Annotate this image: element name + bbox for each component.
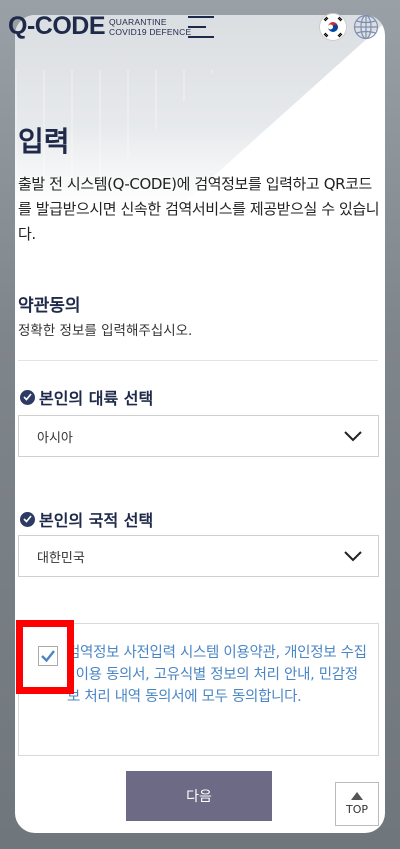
- scroll-top-button[interactable]: TOP: [335, 782, 379, 826]
- terms-section-subtitle: 정확한 정보를 입력해주십시오.: [18, 323, 193, 339]
- nationality-label: 본인의 국적 선택: [20, 507, 153, 531]
- nationality-select[interactable]: 대한민국: [18, 535, 379, 577]
- top-button-label: TOP: [345, 803, 368, 816]
- divider: [18, 360, 378, 361]
- continent-select-value: 아시아: [37, 430, 73, 446]
- terms-section-title: 약관동의: [18, 296, 81, 316]
- header: Q-CODE QUARANTINE COVID19 DEFENCE: [0, 0, 400, 55]
- next-button[interactable]: 다음: [126, 771, 272, 821]
- continent-label: 본인의 대륙 선택: [20, 385, 153, 409]
- nationality-label-text: 본인의 국적 선택: [39, 511, 154, 530]
- logo[interactable]: Q-CODE QUARANTINE COVID19 DEFENCE: [8, 12, 191, 41]
- chevron-down-icon: [344, 431, 362, 442]
- check-circle-icon: [20, 389, 35, 405]
- nationality-select-value: 대한민국: [37, 550, 85, 566]
- logo-sub-line2: COVID19 DEFENCE: [109, 26, 192, 37]
- globe-icon[interactable]: [353, 14, 379, 40]
- page-description: 출발 전 시스템(Q-CODE)에 검역정보를 입력하고 QR코드를 발급받으시…: [18, 175, 380, 243]
- highlight-box: [16, 620, 74, 694]
- korea-flag-icon[interactable]: [320, 14, 346, 40]
- arrow-up-icon: [351, 792, 363, 800]
- logo-sub-line1: QUARANTINE: [109, 16, 167, 27]
- logo-subtitle: QUARANTINE COVID19 DEFENCE: [109, 17, 191, 37]
- agreement-text[interactable]: 검역정보 사전입력 시스템 이용약관, 개인정보 수집 · 이용 동의서, 고유…: [67, 642, 367, 708]
- hamburger-menu-icon[interactable]: [188, 16, 216, 38]
- check-circle-icon: [20, 511, 35, 527]
- page-title: 입력: [18, 125, 70, 158]
- continent-label-text: 본인의 대륙 선택: [39, 389, 154, 408]
- chevron-down-icon: [344, 551, 362, 562]
- logo-main-text: Q-CODE: [8, 12, 106, 40]
- continent-select[interactable]: 아시아: [18, 415, 379, 457]
